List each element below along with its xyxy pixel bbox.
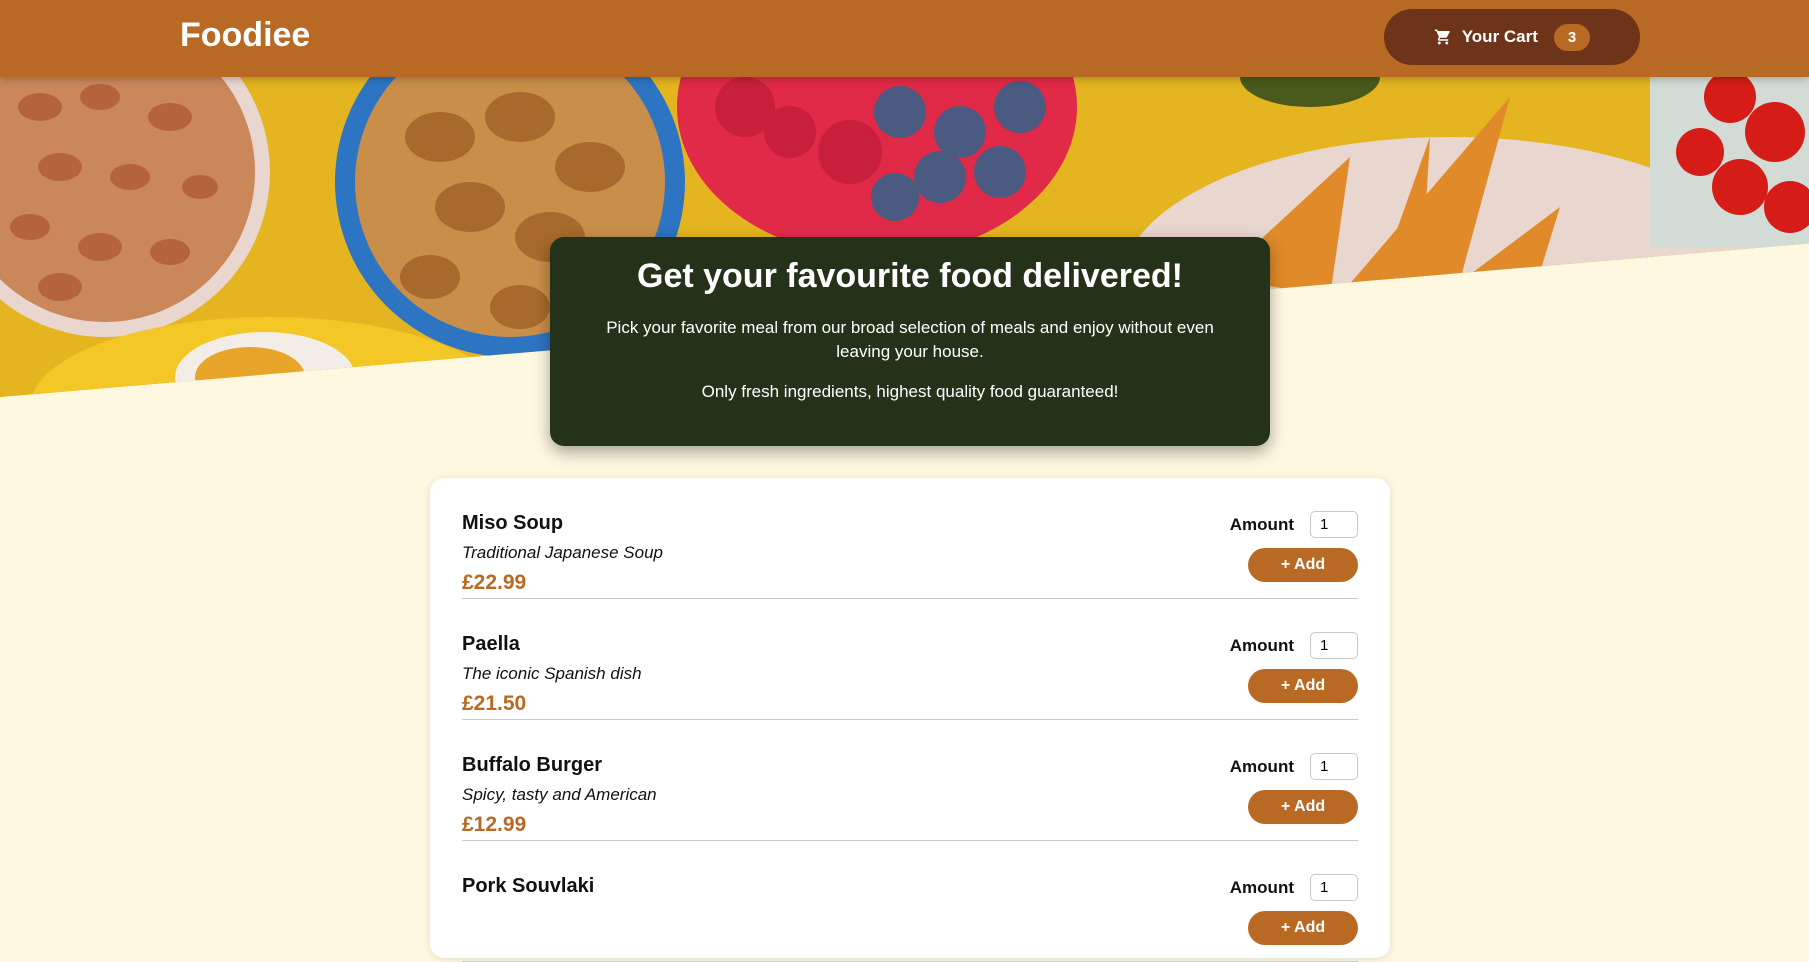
meal-item: Buffalo Burger Spicy, tasty and American… xyxy=(462,720,1358,841)
cart-label: Your Cart xyxy=(1461,27,1538,46)
meal-description: Traditional Japanese Soup xyxy=(462,543,663,562)
amount-input[interactable] xyxy=(1310,632,1358,659)
meal-name: Buffalo Burger xyxy=(462,754,602,776)
meal-item: Miso Soup Traditional Japanese Soup £22.… xyxy=(462,478,1358,599)
intro-text-2: Only fresh ingredients, highest quality … xyxy=(701,382,1119,401)
meal-item: Pork Souvlaki Amount + Add xyxy=(462,841,1358,962)
meal-name: Pork Souvlaki xyxy=(462,875,595,897)
add-button[interactable]: + Add xyxy=(1248,790,1358,824)
brand-logo[interactable]: Foodiee xyxy=(180,16,310,55)
amount-input[interactable] xyxy=(1310,511,1358,538)
cart-icon xyxy=(1434,29,1450,45)
amount-row: Amount xyxy=(1230,511,1358,538)
meal-price: £21.50 xyxy=(462,692,527,715)
amount-row: Amount xyxy=(1230,753,1358,780)
meal-description: Spicy, tasty and American xyxy=(462,785,657,804)
amount-input[interactable] xyxy=(1310,753,1358,780)
cart-button[interactable]: Your Cart 3 xyxy=(1384,9,1640,65)
amount-label: Amount xyxy=(1229,635,1294,655)
intro-summary: Get your favourite food delivered! Pick … xyxy=(550,237,1270,446)
meal-price: £12.99 xyxy=(462,813,527,836)
meal-price: £22.99 xyxy=(462,571,527,594)
amount-row: Amount xyxy=(1230,874,1358,901)
amount-label: Amount xyxy=(1229,877,1294,897)
add-button[interactable]: + Add xyxy=(1248,548,1358,582)
meal-item: Paella The iconic Spanish dish £21.50 Am… xyxy=(462,599,1358,720)
app-header: Foodiee Your Cart 3 xyxy=(0,0,1809,77)
amount-row: Amount xyxy=(1230,632,1358,659)
amount-input[interactable] xyxy=(1310,874,1358,901)
meal-name: Paella xyxy=(462,633,520,655)
add-button[interactable]: + Add xyxy=(1248,911,1358,945)
cart-count-badge: 3 xyxy=(1553,23,1591,51)
intro-title: Get your favourite food delivered! xyxy=(637,257,1183,295)
meal-name: Miso Soup xyxy=(462,512,564,534)
intro-text-1: Pick your favorite meal from our broad s… xyxy=(606,318,1214,361)
amount-label: Amount xyxy=(1229,514,1294,534)
add-button[interactable]: + Add xyxy=(1248,669,1358,703)
amount-label: Amount xyxy=(1229,756,1294,776)
meals-list: Miso Soup Traditional Japanese Soup £22.… xyxy=(430,478,1390,962)
meal-description: The iconic Spanish dish xyxy=(462,664,642,683)
